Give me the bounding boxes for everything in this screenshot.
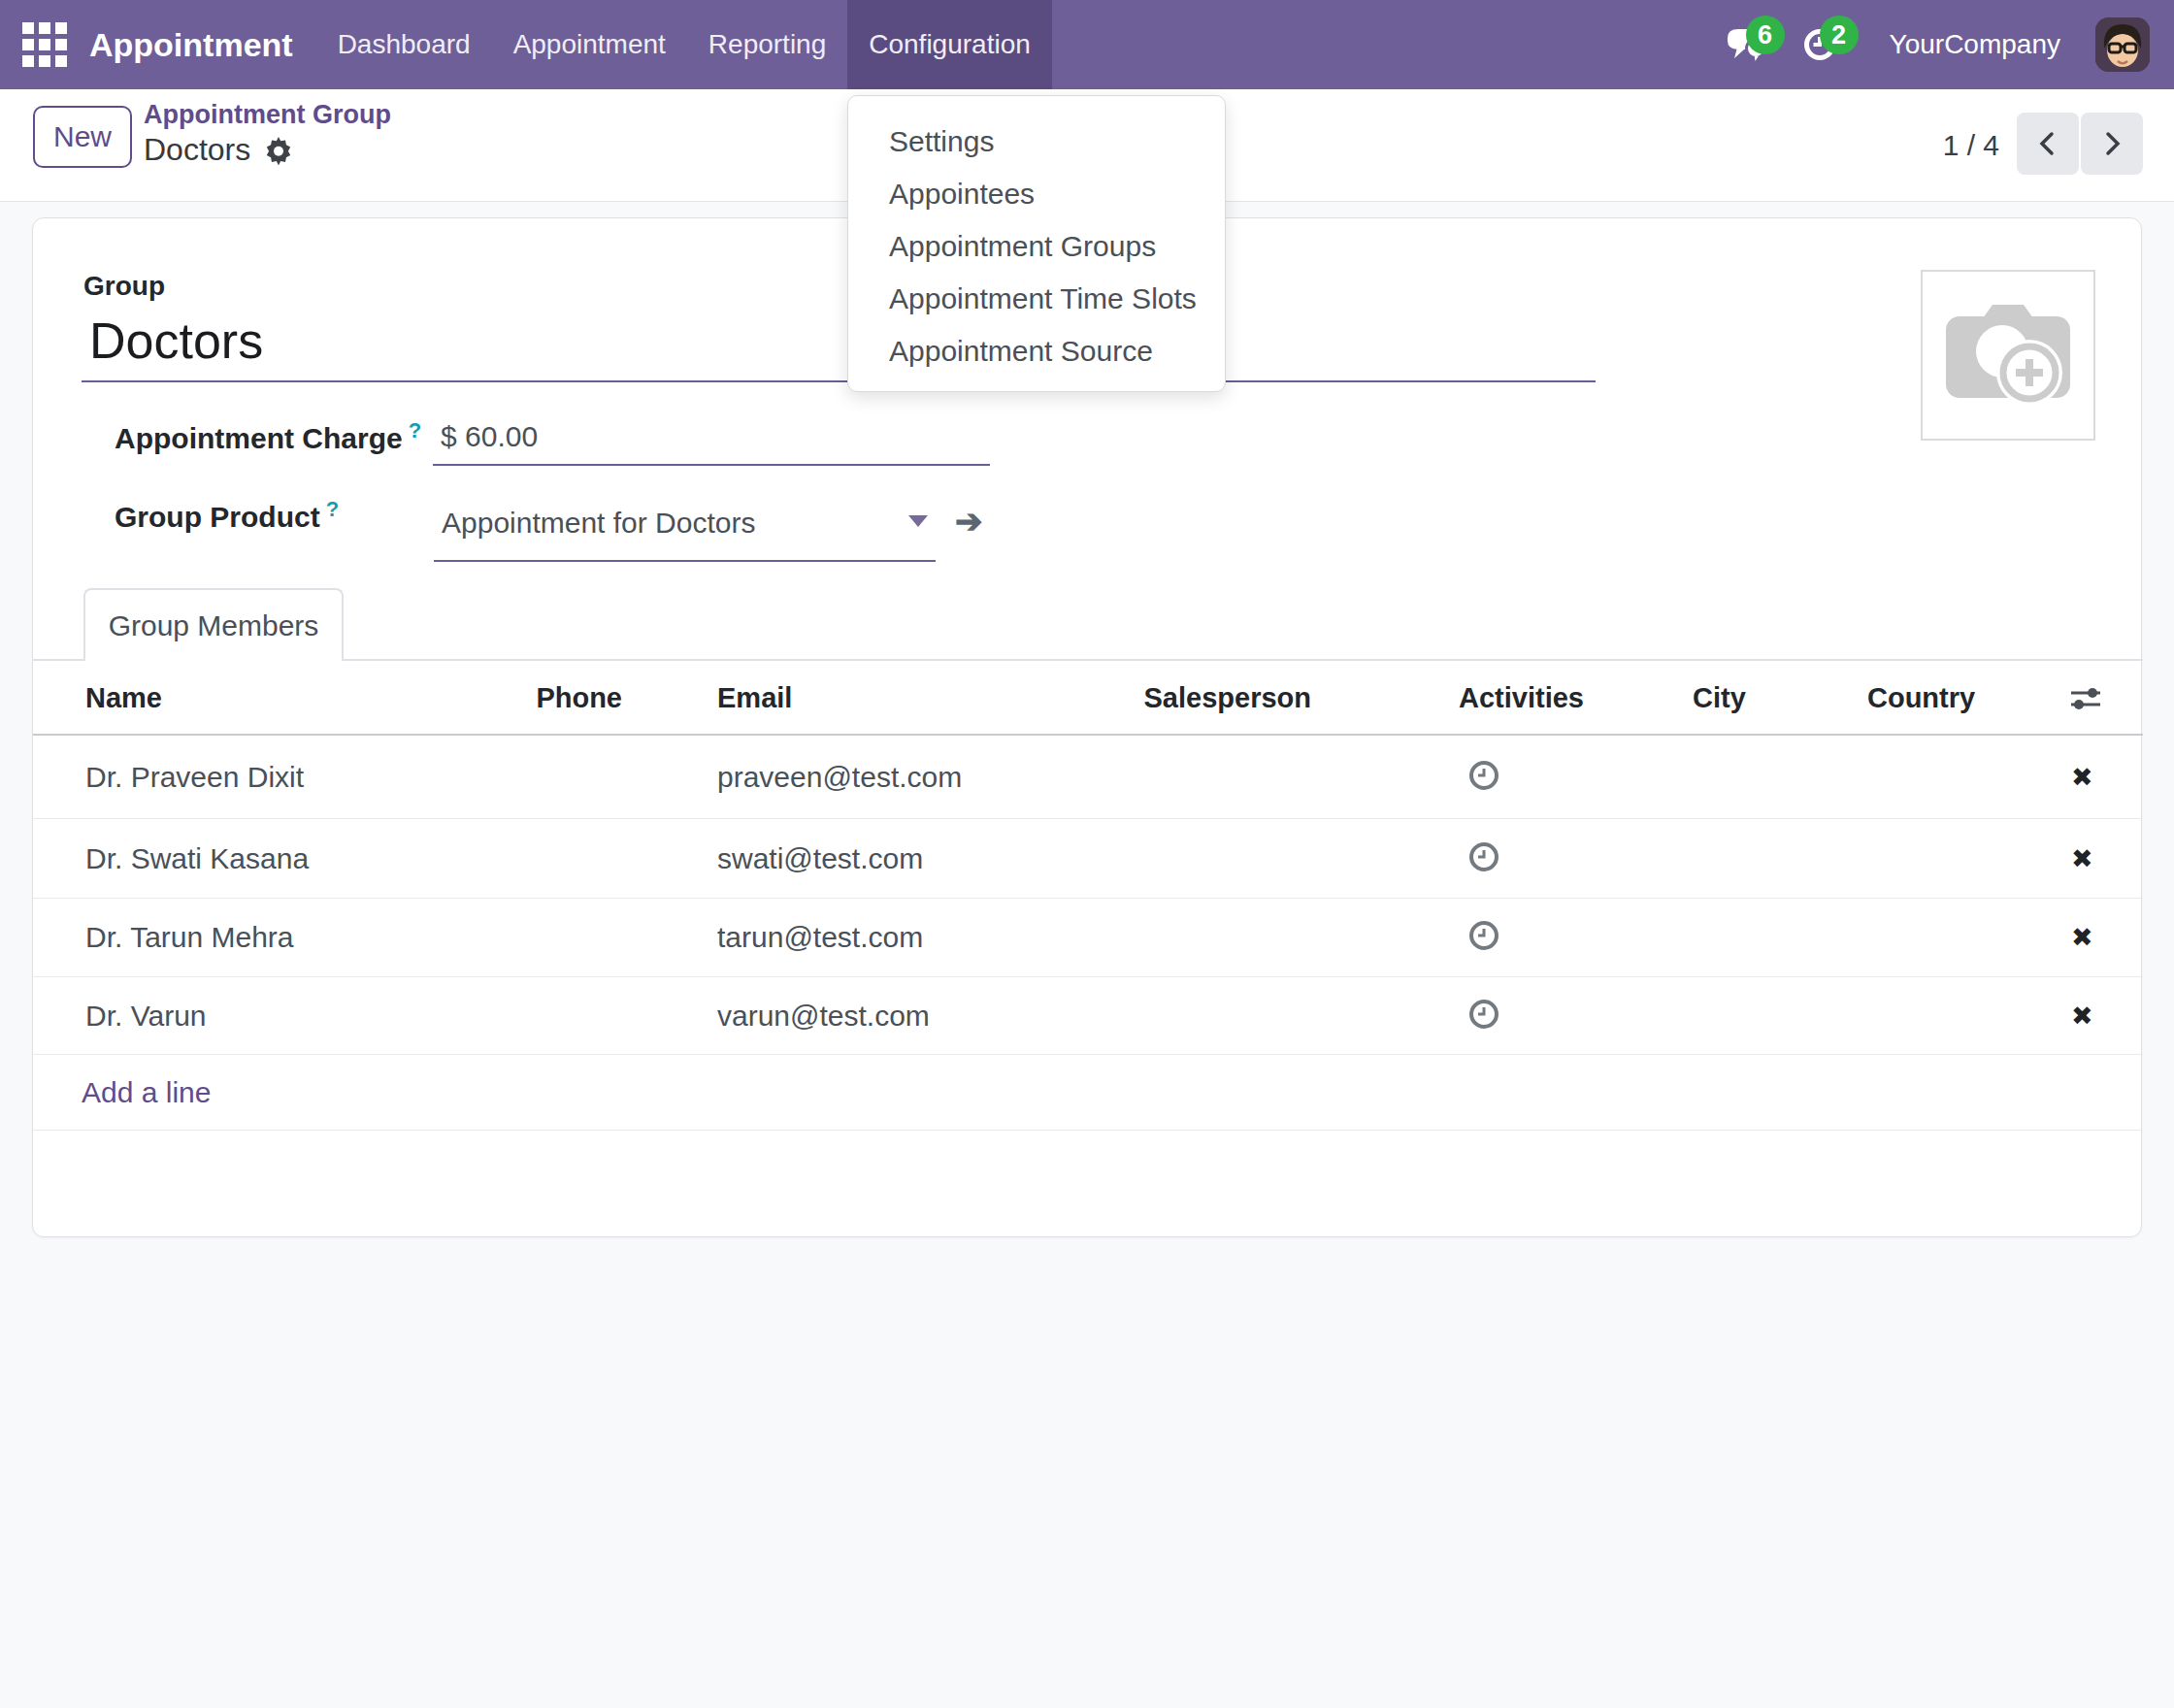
menu-item-appointment-time-slots[interactable]: Appointment Time Slots	[848, 273, 1225, 325]
charge-input-underline	[433, 464, 990, 466]
activity-clock-icon[interactable]	[1468, 841, 1499, 876]
menu-item-appointment-source[interactable]: Appointment Source	[848, 325, 1225, 378]
group-image-placeholder[interactable]	[1921, 270, 2095, 441]
member-name-cell[interactable]: Dr. Tarun Mehra	[85, 899, 294, 976]
nav-item-configuration[interactable]: Configuration	[847, 0, 1052, 89]
optional-columns-icon[interactable]	[2069, 661, 2102, 736]
nav-item-dashboard[interactable]: Dashboard	[316, 0, 492, 89]
group-input-underline	[82, 380, 1596, 382]
appointment-charge-input[interactable]: $ 60.00	[441, 420, 538, 453]
member-row[interactable]: Dr. Swati Kasana swati@test.com ✖	[33, 819, 2143, 899]
breadcrumb-current: Doctors	[144, 132, 293, 168]
chevron-right-icon	[2099, 131, 2125, 156]
member-email-cell[interactable]: praveen@test.com	[717, 736, 962, 818]
app-root: Appointment Dashboard Appointment Report…	[0, 0, 2174, 1708]
menu-item-appointment-groups[interactable]: Appointment Groups	[848, 220, 1225, 273]
apps-menu-icon[interactable]	[0, 0, 89, 89]
member-row[interactable]: Dr. Praveen Dixit praveen@test.com ✖	[33, 736, 2143, 819]
pager-indicator: 1 / 4	[1943, 89, 1999, 202]
messages-menu[interactable]: 6	[1719, 0, 1773, 89]
chevron-left-icon	[2035, 131, 2060, 156]
nav-item-appointment[interactable]: Appointment	[492, 0, 687, 89]
user-avatar[interactable]	[2095, 17, 2150, 72]
column-header-name[interactable]: Name	[85, 661, 162, 736]
menu-item-appointees[interactable]: Appointees	[848, 168, 1225, 220]
add-line-row-border	[33, 1130, 2143, 1131]
member-email-cell[interactable]: varun@test.com	[717, 977, 930, 1054]
delete-row-icon[interactable]: ✖	[2071, 736, 2093, 818]
activities-count-badge: 2	[1820, 16, 1859, 54]
breadcrumb-current-title: Doctors	[144, 132, 250, 168]
activity-clock-icon[interactable]	[1468, 920, 1499, 955]
group-product-input[interactable]: Appointment for Doctors	[442, 507, 755, 540]
appointment-charge-label: Appointment Charge?	[115, 418, 421, 455]
member-row[interactable]: Dr. Varun varun@test.com ✖	[33, 977, 2143, 1055]
column-header-phone[interactable]: Phone	[489, 661, 622, 736]
group-field-label: Group	[83, 271, 165, 302]
column-header-email[interactable]: Email	[717, 661, 792, 736]
delete-row-icon[interactable]: ✖	[2071, 977, 2093, 1054]
member-email-cell[interactable]: swati@test.com	[717, 819, 923, 898]
member-name-cell[interactable]: Dr. Varun	[85, 977, 207, 1054]
column-header-salesperson[interactable]: Salesperson	[1101, 661, 1311, 736]
tab-group-members[interactable]: Group Members	[83, 588, 344, 661]
delete-row-icon[interactable]: ✖	[2071, 899, 2093, 976]
add-a-line-link[interactable]: Add a line	[82, 1055, 211, 1130]
product-help-icon[interactable]: ?	[326, 497, 339, 521]
activity-clock-icon[interactable]	[1468, 760, 1499, 795]
column-header-country[interactable]: Country	[1867, 661, 1975, 736]
company-name[interactable]: YourCompany	[1890, 29, 2060, 60]
column-header-activities[interactable]: Activities	[1459, 661, 1584, 736]
new-button[interactable]: New	[33, 106, 132, 168]
app-brand[interactable]: Appointment	[89, 0, 293, 89]
camera-add-icon	[1940, 297, 2076, 413]
pager-previous-button[interactable]	[2017, 113, 2079, 175]
breadcrumb-parent-link[interactable]: Appointment Group	[144, 100, 391, 130]
member-email-cell[interactable]: tarun@test.com	[717, 899, 923, 976]
pager-next-button[interactable]	[2081, 113, 2143, 175]
member-name-cell[interactable]: Dr. Praveen Dixit	[85, 736, 304, 818]
column-header-city[interactable]: City	[1693, 661, 1746, 736]
charge-help-icon[interactable]: ?	[409, 418, 421, 443]
member-row[interactable]: Dr. Tarun Mehra tarun@test.com ✖	[33, 899, 2143, 977]
members-table-header: Name Phone Email Salesperson Activities …	[33, 661, 2143, 736]
messages-count-badge: 6	[1746, 16, 1785, 54]
nav-item-reporting[interactable]: Reporting	[687, 0, 847, 89]
top-navbar: Appointment Dashboard Appointment Report…	[0, 0, 2174, 89]
product-input-underline	[434, 560, 936, 562]
menu-item-settings[interactable]: Settings	[848, 115, 1225, 168]
activities-menu[interactable]: 2	[1793, 0, 1847, 89]
delete-row-icon[interactable]: ✖	[2071, 819, 2093, 898]
product-dropdown-caret-icon[interactable]	[908, 515, 928, 527]
group-product-label: Group Product?	[115, 497, 339, 534]
configuration-dropdown: Settings Appointees Appointment Groups A…	[847, 95, 1226, 392]
activity-clock-icon[interactable]	[1468, 999, 1499, 1034]
actions-gear-icon[interactable]	[264, 136, 293, 165]
member-name-cell[interactable]: Dr. Swati Kasana	[85, 819, 309, 898]
product-internal-link-arrow-icon[interactable]: ➔	[955, 502, 983, 541]
group-name-input[interactable]: Doctors	[89, 312, 263, 370]
